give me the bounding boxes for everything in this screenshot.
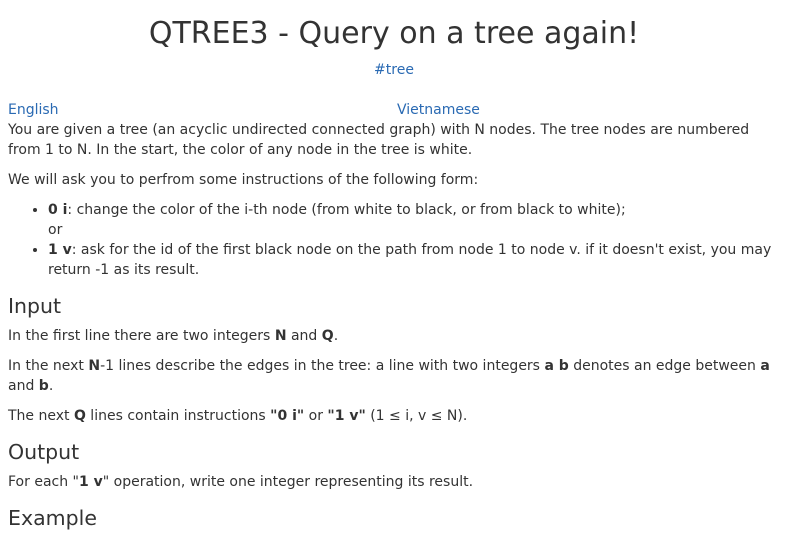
input-line-1: In the first line there are two integers… [8, 328, 339, 344]
language-tabs: English Vietnamese [8, 100, 780, 120]
tag-link-tree[interactable]: #tree [374, 62, 414, 78]
problem-statement: You are given a tree (an acyclic undirec… [8, 120, 780, 534]
instruction-text: : ask for the id of the first black node… [48, 242, 772, 278]
input-line-3: The next Q lines contain instructions "0… [8, 408, 468, 424]
intro-paragraph: You are given a tree (an acyclic undirec… [8, 122, 750, 158]
input-heading: Input [8, 294, 62, 318]
output-line: For each "1 v" operation, write one inte… [8, 474, 474, 490]
instructions-intro: We will ask you to perfrom some instruct… [8, 172, 479, 188]
instruction-code: 0 i [48, 202, 68, 218]
instruction-item: 0 i: change the color of the i-th node (… [48, 200, 780, 240]
page-title: QTREE3 - Query on a tree again! [148, 16, 640, 51]
or-text: or [48, 222, 63, 238]
instruction-code: 1 v [48, 242, 72, 258]
output-heading: Output [8, 440, 80, 464]
instruction-item: 1 v: ask for the id of the first black n… [48, 240, 780, 280]
language-link-vietnamese[interactable]: Vietnamese [397, 100, 480, 120]
language-link-english[interactable]: English [8, 100, 59, 120]
example-heading: Example [8, 506, 97, 530]
instruction-list: 0 i: change the color of the i-th node (… [8, 200, 780, 280]
input-line-2: In the next N-1 lines describe the edges… [8, 358, 770, 394]
instruction-text: : change the color of the i-th node (fro… [67, 202, 626, 218]
problem-page: QTREE3 - Query on a tree again! #tree En… [0, 0, 788, 544]
